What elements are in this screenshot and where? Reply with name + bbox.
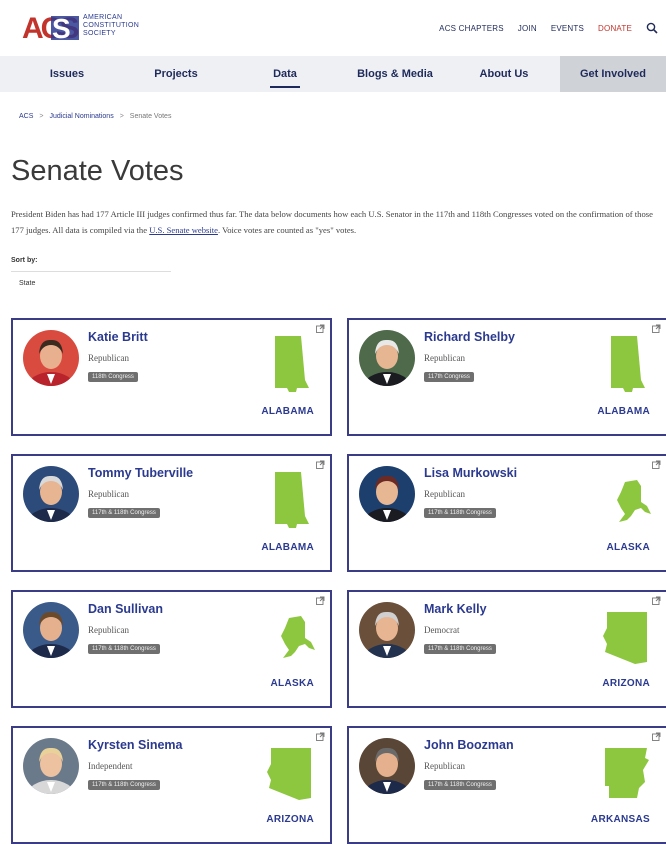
logo-text: AMERICAN CONSTITUTION SOCIETY bbox=[83, 14, 173, 38]
svg-text:S: S bbox=[52, 13, 71, 42]
congress-badge: 117th & 118th Congress bbox=[424, 780, 496, 790]
logo-line2: CONSTITUTION bbox=[83, 22, 140, 29]
events-link[interactable]: EVENTS bbox=[551, 24, 584, 33]
senator-name[interactable]: Dan Sullivan bbox=[88, 602, 163, 616]
external-link-icon[interactable] bbox=[316, 324, 325, 333]
join-link[interactable]: JOIN bbox=[518, 24, 537, 33]
external-link-icon[interactable] bbox=[652, 732, 661, 741]
nav-about-us[interactable]: About Us bbox=[470, 56, 538, 92]
congress-badge: 117th & 118th Congress bbox=[88, 508, 160, 518]
page-title: Senate Votes bbox=[11, 155, 184, 187]
state-map-icon bbox=[617, 480, 651, 522]
senator-card[interactable]: Katie Britt Republican 118th Congress AL… bbox=[11, 318, 332, 436]
senator-name[interactable]: Tommy Tuberville bbox=[88, 466, 193, 480]
senator-avatar bbox=[359, 602, 415, 658]
state-map-icon bbox=[605, 748, 649, 798]
logo-line3: SOCIETY bbox=[83, 30, 116, 37]
state-name: ALASKA bbox=[270, 678, 314, 689]
state-name: ALABAMA bbox=[261, 406, 314, 417]
nav-issues[interactable]: Issues bbox=[35, 56, 99, 92]
senator-name[interactable]: Lisa Murkowski bbox=[424, 466, 517, 480]
page-description: President Biden has had 177 Article III … bbox=[11, 206, 663, 238]
state-map-icon bbox=[275, 336, 309, 392]
senator-party: Republican bbox=[424, 353, 465, 363]
nav-projects[interactable]: Projects bbox=[140, 56, 212, 92]
senator-name[interactable]: Mark Kelly bbox=[424, 602, 487, 616]
state-map-icon bbox=[275, 472, 309, 528]
external-link-icon[interactable] bbox=[316, 460, 325, 469]
state-map-icon bbox=[603, 612, 647, 664]
senator-party: Republican bbox=[424, 761, 465, 771]
senator-card[interactable]: Lisa Murkowski Republican 117th & 118th … bbox=[347, 454, 666, 572]
breadcrumb-current: Senate Votes bbox=[129, 113, 172, 120]
senate-website-link[interactable]: U.S. Senate website bbox=[149, 225, 218, 235]
sort-label: Sort by: bbox=[11, 257, 38, 264]
search-icon[interactable] bbox=[646, 22, 658, 34]
state-name: ALASKA bbox=[606, 542, 650, 553]
senator-card[interactable]: Kyrsten Sinema Independent 117th & 118th… bbox=[11, 726, 332, 844]
state-name: ARIZONA bbox=[602, 678, 650, 689]
state-name: ARKANSAS bbox=[590, 814, 650, 825]
external-link-icon[interactable] bbox=[652, 596, 661, 605]
senator-name[interactable]: Kyrsten Sinema bbox=[88, 738, 182, 752]
logo-line1: AMERICAN bbox=[83, 14, 123, 21]
senator-party: Republican bbox=[88, 625, 129, 635]
state-map-icon bbox=[267, 748, 311, 800]
senator-card[interactable]: Richard Shelby Republican 117th Congress… bbox=[347, 318, 666, 436]
senator-party: Independent bbox=[88, 761, 133, 771]
senator-avatar bbox=[23, 466, 79, 522]
state-name: ALABAMA bbox=[261, 542, 314, 553]
site-header: ACS S AMERICAN CONSTITUTION SOCIETY ACS … bbox=[0, 0, 666, 56]
senator-card[interactable]: Mark Kelly Democrat 117th & 118th Congre… bbox=[347, 590, 666, 708]
breadcrumb-judicial-nominations[interactable]: Judicial Nominations bbox=[50, 113, 114, 120]
senator-name[interactable]: Richard Shelby bbox=[424, 330, 515, 344]
external-link-icon[interactable] bbox=[652, 460, 661, 469]
donate-link[interactable]: DONATE bbox=[598, 24, 632, 33]
external-link-icon[interactable] bbox=[652, 324, 661, 333]
state-map-icon bbox=[281, 616, 315, 658]
state-name: ARIZONA bbox=[266, 814, 314, 825]
senator-party: Republican bbox=[88, 353, 129, 363]
sort-divider bbox=[11, 271, 171, 272]
senator-avatar bbox=[23, 602, 79, 658]
congress-badge: 117th Congress bbox=[424, 372, 474, 382]
state-name: ALABAMA bbox=[597, 406, 650, 417]
congress-badge: 117th & 118th Congress bbox=[424, 508, 496, 518]
breadcrumb-separator: > bbox=[39, 113, 44, 120]
congress-badge: 117th & 118th Congress bbox=[88, 644, 160, 654]
description-text-2: . Voice votes are counted as "yes" votes… bbox=[217, 225, 357, 235]
state-map-icon bbox=[611, 336, 645, 392]
get-involved-button[interactable]: Get Involved bbox=[560, 56, 666, 92]
utility-nav: ACS CHAPTERS JOIN EVENTS DONATE bbox=[439, 22, 658, 34]
senator-name[interactable]: John Boozman bbox=[424, 738, 514, 752]
senator-avatar bbox=[23, 330, 79, 386]
senator-card[interactable]: Dan Sullivan Republican 117th & 118th Co… bbox=[11, 590, 332, 708]
senator-name[interactable]: Katie Britt bbox=[88, 330, 148, 344]
senator-avatar bbox=[359, 466, 415, 522]
nav-data[interactable]: Data bbox=[262, 56, 308, 92]
breadcrumb: ACS > Judicial Nominations > Senate Votes bbox=[19, 113, 171, 120]
acs-logo-mark: ACS S bbox=[21, 12, 79, 42]
breadcrumb-acs[interactable]: ACS bbox=[19, 113, 33, 120]
external-link-icon[interactable] bbox=[316, 732, 325, 741]
senator-avatar bbox=[23, 738, 79, 794]
senator-card[interactable]: John Boozman Republican 117th & 118th Co… bbox=[347, 726, 666, 844]
senator-party: Republican bbox=[424, 489, 465, 499]
acs-chapters-link[interactable]: ACS CHAPTERS bbox=[439, 24, 504, 33]
external-link-icon[interactable] bbox=[316, 596, 325, 605]
sort-select[interactable]: State bbox=[11, 276, 171, 292]
senator-avatar bbox=[359, 330, 415, 386]
senator-card[interactable]: Tommy Tuberville Republican 117th & 118t… bbox=[11, 454, 332, 572]
senator-party: Republican bbox=[88, 489, 129, 499]
nav-blogs-media[interactable]: Blogs & Media bbox=[350, 56, 440, 92]
main-nav: Issues Projects Data Blogs & Media About… bbox=[0, 56, 666, 92]
senator-avatar bbox=[359, 738, 415, 794]
congress-badge: 117th & 118th Congress bbox=[88, 780, 160, 790]
congress-badge: 118th Congress bbox=[88, 372, 138, 382]
senator-party: Democrat bbox=[424, 625, 460, 635]
congress-badge: 117th & 118th Congress bbox=[424, 644, 496, 654]
breadcrumb-separator: > bbox=[119, 113, 124, 120]
